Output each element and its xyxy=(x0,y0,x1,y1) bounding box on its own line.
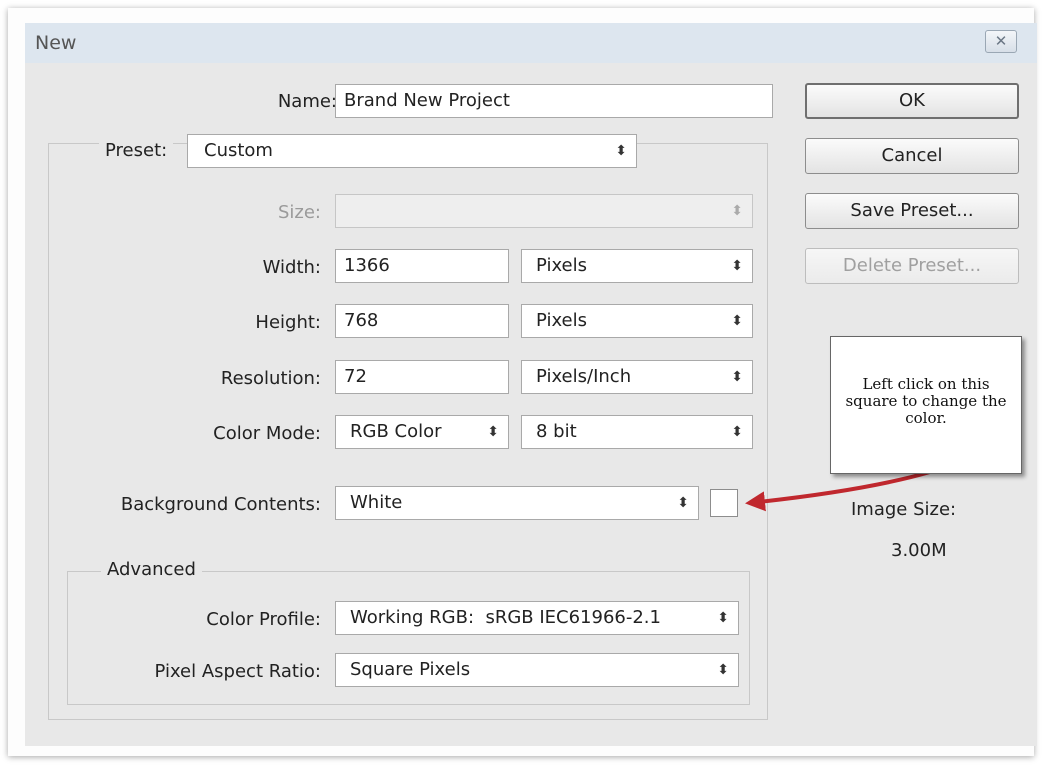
background-contents-label: Background Contents: xyxy=(120,494,321,515)
bit-depth-value: 8 bit xyxy=(536,421,577,442)
pixel-aspect-ratio-value: Square Pixels xyxy=(350,659,471,680)
up-down-arrows-icon: ⬍ xyxy=(731,424,743,440)
size-select: ⬍ xyxy=(335,194,753,228)
ok-button[interactable]: OK xyxy=(805,83,1019,119)
up-down-arrows-icon: ⬍ xyxy=(731,203,743,219)
resolution-unit-value: Pixels/Inch xyxy=(536,366,632,387)
up-down-arrows-icon: ⬍ xyxy=(717,662,729,678)
width-unit-value: Pixels xyxy=(536,255,588,276)
width-label: Width: xyxy=(262,257,321,278)
delete-preset-button: Delete Preset... xyxy=(805,248,1019,284)
height-unit-select[interactable]: Pixels ⬍ xyxy=(521,304,753,338)
color-profile-label: Color Profile: xyxy=(206,609,321,630)
dialog-title: New xyxy=(35,32,77,54)
up-down-arrows-icon: ⬍ xyxy=(731,258,743,274)
background-contents-value: White xyxy=(350,492,403,513)
color-mode-value: RGB Color xyxy=(350,421,442,442)
up-down-arrows-icon: ⬍ xyxy=(731,313,743,329)
width-input[interactable]: 1366 xyxy=(335,249,509,283)
color-profile-value: Working RGB: sRGB IEC61966-2.1 xyxy=(350,607,661,628)
up-down-arrows-icon: ⬍ xyxy=(615,143,627,159)
name-label: Name: xyxy=(277,91,337,112)
image-size-label: Image Size: xyxy=(851,499,957,520)
color-profile-select[interactable]: Working RGB: sRGB IEC61966-2.1 ⬍ xyxy=(335,601,739,635)
cancel-button[interactable]: Cancel xyxy=(805,138,1019,174)
new-document-dialog: New ✕ Name: Brand New Project Preset: Cu… xyxy=(25,23,1037,746)
image-size-value: 3.00M xyxy=(891,540,947,561)
color-mode-label: Color Mode: xyxy=(213,423,321,444)
advanced-legend: Advanced xyxy=(101,559,202,580)
height-input[interactable]: 768 xyxy=(335,304,509,338)
bit-depth-select[interactable]: 8 bit ⬍ xyxy=(521,415,753,449)
resolution-label: Resolution: xyxy=(220,368,321,389)
title-bar: New ✕ xyxy=(25,23,1037,63)
background-color-swatch[interactable] xyxy=(710,489,738,517)
resolution-unit-select[interactable]: Pixels/Inch ⬍ xyxy=(521,360,753,394)
annotation-callout: Left click on this square to change the … xyxy=(830,336,1022,474)
background-contents-select[interactable]: White ⬍ xyxy=(335,486,699,520)
up-down-arrows-icon: ⬍ xyxy=(677,495,689,511)
pixel-aspect-ratio-label: Pixel Aspect Ratio: xyxy=(154,661,322,682)
close-icon: ✕ xyxy=(994,32,1008,50)
up-down-arrows-icon: ⬍ xyxy=(487,424,499,440)
name-input[interactable]: Brand New Project xyxy=(335,84,773,118)
resolution-input[interactable]: 72 xyxy=(335,360,509,394)
close-button[interactable]: ✕ xyxy=(985,30,1017,53)
height-unit-value: Pixels xyxy=(536,310,588,331)
preset-select[interactable]: Custom ⬍ xyxy=(187,134,637,168)
height-label: Height: xyxy=(255,312,321,333)
preset-label: Preset: xyxy=(99,140,174,161)
save-preset-button[interactable]: Save Preset... xyxy=(805,193,1019,229)
up-down-arrows-icon: ⬍ xyxy=(717,610,729,626)
color-mode-select[interactable]: RGB Color ⬍ xyxy=(335,415,509,449)
pixel-aspect-ratio-select[interactable]: Square Pixels ⬍ xyxy=(335,653,739,687)
up-down-arrows-icon: ⬍ xyxy=(731,369,743,385)
preset-value: Custom xyxy=(204,140,273,161)
size-label: Size: xyxy=(277,202,321,223)
width-unit-select[interactable]: Pixels ⬍ xyxy=(521,249,753,283)
